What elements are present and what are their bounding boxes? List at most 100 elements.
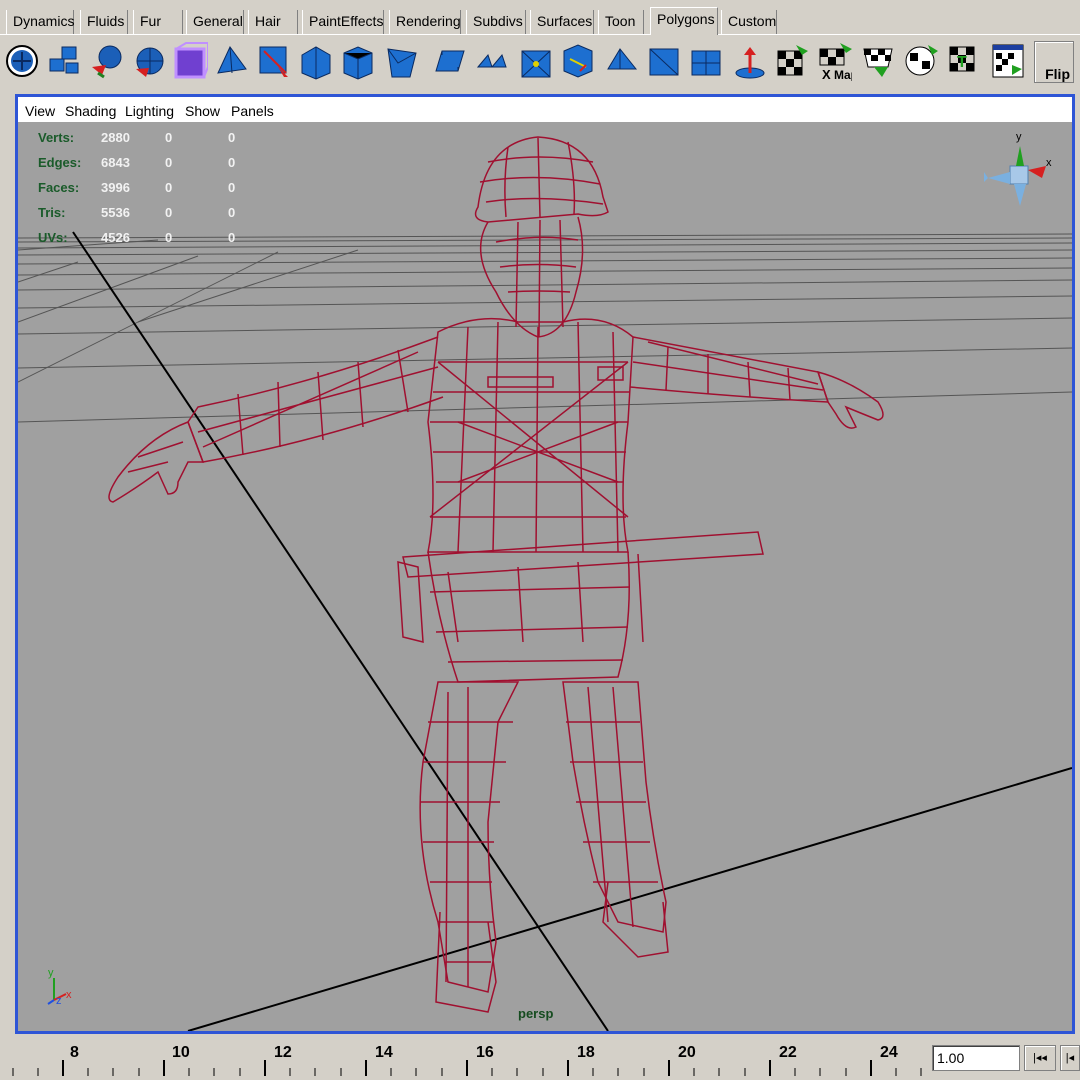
stat-value: 0 (165, 205, 173, 220)
stat-value: 0 (228, 230, 236, 245)
bridge-icon[interactable] (432, 41, 468, 81)
uv-editor-icon[interactable] (990, 41, 1026, 81)
polygons-shelf: XMap T (0, 37, 1080, 85)
frame-tick: 14 (375, 1044, 393, 1061)
current-frame-field[interactable]: 1.00 (932, 1045, 1020, 1071)
stat-value: 3996 (101, 180, 130, 195)
bevel-icon[interactable] (298, 41, 334, 81)
tab-hair[interactable]: Hair (248, 10, 298, 35)
stat-value: 0 (165, 180, 173, 195)
stat-value: 0 (165, 230, 173, 245)
viewport-panel: View Shading Lighting Show Panels y x y … (15, 94, 1075, 1034)
tab-dynamics[interactable]: Dynamics (6, 10, 74, 35)
stat-label: Edges: (38, 155, 82, 170)
stat-tris: Tris: 5536 0 0 (38, 205, 278, 225)
stat-verts: Verts: 2880 0 0 (38, 130, 278, 150)
quadrangulate-icon[interactable] (688, 41, 724, 81)
viewport-menu-bar: View Shading Lighting Show Panels (18, 97, 1072, 122)
stat-label: UVs: (38, 230, 68, 245)
frame-tick: 10 (172, 1044, 190, 1061)
stat-value: 0 (165, 155, 173, 170)
view-axis-gizmo[interactable]: y x (984, 131, 1052, 206)
poke-icon[interactable] (518, 41, 554, 81)
stat-value: 2880 (101, 130, 130, 145)
uv-planar-icon[interactable] (774, 41, 810, 81)
sphere-icon[interactable] (130, 41, 166, 81)
stat-value: 0 (228, 155, 236, 170)
chip-icon[interactable] (560, 41, 596, 81)
menu-show[interactable]: Show (185, 103, 220, 119)
time-slider[interactable]: 8 10 12 14 16 18 20 22 24 (0, 1036, 930, 1080)
frame-tick: 16 (476, 1044, 494, 1061)
origin-axis-indicator: y z x (47, 967, 72, 1007)
menu-panels[interactable]: Panels (231, 103, 274, 119)
tab-fluids[interactable]: Fluids (80, 10, 128, 35)
shelf-tabs: Dynamics Fluids Fur General Hair PaintEf… (0, 0, 1080, 36)
menu-lighting[interactable]: Lighting (125, 103, 174, 119)
gizmo-x-label: x (1046, 157, 1052, 169)
uv-texture-icon[interactable]: T (946, 41, 982, 81)
uv-auto-map-icon[interactable]: XMap (816, 41, 852, 81)
step-back-button[interactable]: |◂ (1060, 1045, 1080, 1071)
tab-general[interactable]: General (186, 10, 244, 35)
append-icon[interactable] (474, 41, 510, 81)
grid-axes (72, 231, 1072, 1031)
origin-x-label: x (66, 989, 72, 1001)
stat-value: 0 (228, 205, 236, 220)
stat-value: 0 (228, 180, 236, 195)
flip-button[interactable]: Flip (1034, 41, 1074, 83)
origin-z-label: z (56, 995, 62, 1007)
tab-custom[interactable]: Custom (721, 10, 777, 35)
perspective-viewport[interactable]: y x y z x Verts: 2880 0 0 Edges: 6843 0 … (18, 122, 1072, 1031)
tab-fur[interactable]: Fur (133, 10, 183, 35)
wedge-icon[interactable] (214, 41, 250, 81)
ground-grid (18, 233, 1072, 423)
svg-text:T: T (957, 54, 967, 71)
stat-value: 6843 (101, 155, 130, 170)
tabs-divider (0, 34, 1080, 35)
stat-edges: Edges: 6843 0 0 (38, 155, 278, 175)
go-to-start-button[interactable]: |◂◂ (1024, 1045, 1056, 1071)
map-label: Map (834, 68, 852, 81)
tab-rendering[interactable]: Rendering (389, 10, 461, 35)
cut-icon[interactable] (256, 41, 292, 81)
stat-value: 0 (228, 130, 236, 145)
frame-tick: 20 (678, 1044, 696, 1061)
frame-tick: 12 (274, 1044, 292, 1061)
tab-painteffects[interactable]: PaintEffects (302, 10, 384, 35)
frame-tick: 18 (577, 1044, 595, 1061)
tab-toon[interactable]: Toon (598, 10, 644, 35)
frame-tick: 8 (70, 1044, 79, 1061)
tab-polygons[interactable]: Polygons (650, 7, 718, 35)
stat-value: 5536 (101, 205, 130, 220)
cube-icon[interactable] (172, 41, 208, 81)
duplicate-icon[interactable] (604, 41, 640, 81)
uv-cylindrical-icon[interactable] (860, 41, 896, 81)
menu-view[interactable]: View (25, 103, 55, 119)
extrude-icon[interactable] (88, 41, 124, 81)
stat-value: 4526 (101, 230, 130, 245)
frame-tick: 24 (880, 1044, 898, 1061)
origin-y-label: y (48, 967, 54, 979)
split-icon[interactable] (46, 41, 82, 81)
tab-surfaces[interactable]: Surfaces (530, 10, 594, 35)
tab-subdivs[interactable]: Subdivs (466, 10, 526, 35)
gizmo-y-label: y (1016, 131, 1022, 143)
stat-value: 0 (165, 130, 173, 145)
select-poly-icon[interactable] (4, 41, 40, 81)
uv-spherical-icon[interactable] (902, 41, 938, 81)
scene-canvas[interactable]: y x y z x (18, 122, 1072, 1031)
stat-uvs: UVs: 4526 0 0 (38, 230, 278, 250)
stat-label: Verts: (38, 130, 75, 145)
svg-text:X: X (822, 67, 831, 81)
maya-window: Dynamics Fluids Fur General Hair PaintEf… (0, 0, 1080, 1080)
stat-faces: Faces: 3996 0 0 (38, 180, 278, 200)
frame-tick: 22 (779, 1044, 797, 1061)
merge-icon[interactable] (340, 41, 376, 81)
smooth-icon[interactable] (384, 41, 420, 81)
triangulate-icon[interactable] (646, 41, 682, 81)
menu-shading[interactable]: Shading (65, 103, 116, 119)
center-pivot-icon[interactable] (732, 41, 768, 81)
stat-label: Tris: (38, 205, 66, 220)
stat-label: Faces: (38, 180, 80, 195)
